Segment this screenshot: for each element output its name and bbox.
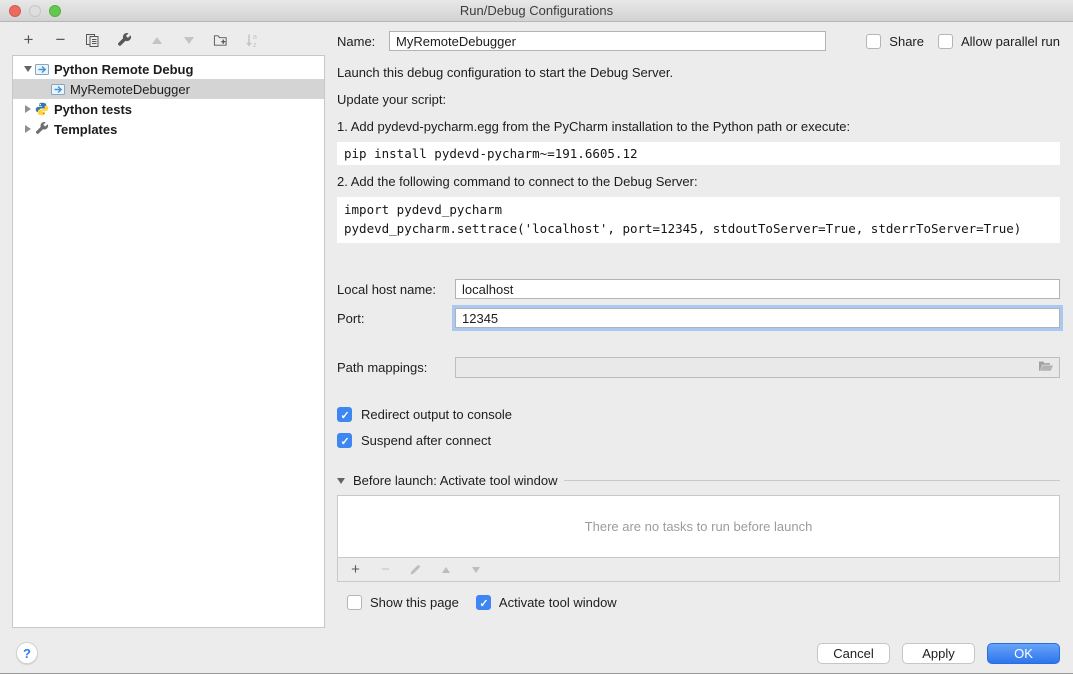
activate-tool-window-checkbox[interactable]	[476, 595, 491, 610]
before-launch-title: Before launch: Activate tool window	[353, 473, 558, 488]
svg-text:a: a	[253, 34, 257, 41]
traffic-lights	[9, 5, 61, 17]
sort-alphabetically-icon: a z	[245, 32, 260, 48]
sidebar-toolbar: + −	[21, 30, 260, 50]
share-option[interactable]: Share	[866, 34, 924, 49]
local-host-row: Local host name:	[337, 279, 1060, 299]
tree-item-python-tests[interactable]: Python tests	[13, 99, 324, 119]
add-icon[interactable]: +	[21, 32, 36, 48]
show-this-page-label: Show this page	[370, 595, 459, 610]
ok-button[interactable]: OK	[987, 643, 1060, 664]
move-task-down-icon	[468, 562, 483, 578]
empty-tasks-text: There are no tasks to run before launch	[585, 519, 813, 534]
tree-item-templates[interactable]: Templates	[13, 119, 324, 139]
name-row: Name: Share Allow parallel run	[337, 30, 1060, 52]
tree-item-python-remote-debug[interactable]: Python Remote Debug	[13, 59, 324, 79]
move-up-icon	[149, 32, 164, 48]
wrench-icon	[34, 122, 50, 136]
remote-debug-config-icon	[34, 63, 50, 76]
tasks-toolbar: + −	[337, 558, 1060, 582]
move-down-icon	[181, 32, 196, 48]
redirect-output-option[interactable]: Redirect output to console	[337, 407, 1060, 422]
tree-item-label: Templates	[54, 122, 117, 137]
action-buttons: Cancel Apply OK	[817, 643, 1060, 664]
python-logo-icon	[34, 102, 50, 116]
pip-install-code: pip install pydevd-pycharm~=191.6605.12	[337, 142, 1060, 165]
run-debug-configurations-dialog: Run/Debug Configurations + −	[0, 0, 1073, 674]
path-mappings-label: Path mappings:	[337, 360, 455, 375]
port-input[interactable]	[455, 308, 1060, 328]
allow-parallel-run-checkbox[interactable]	[938, 34, 953, 49]
allow-parallel-run-option[interactable]: Allow parallel run	[938, 34, 1060, 49]
remove-task-icon: −	[378, 562, 393, 578]
activate-tool-window-label: Activate tool window	[499, 595, 617, 610]
step2-text: 2. Add the following command to connect …	[337, 174, 1060, 190]
share-label: Share	[889, 34, 924, 49]
copy-icon[interactable]	[85, 32, 100, 48]
redirect-output-label: Redirect output to console	[361, 407, 512, 422]
tree-item-label: Python tests	[54, 102, 132, 117]
collapse-section-icon[interactable]	[337, 478, 345, 484]
tree-item-myremotedebugger[interactable]: MyRemoteDebugger	[13, 79, 324, 99]
move-task-up-icon	[438, 562, 453, 578]
minimize-button	[29, 5, 41, 17]
path-mappings-row: Path mappings:	[337, 357, 1060, 378]
configurations-tree: Python Remote Debug MyRemoteDebugger	[12, 55, 325, 628]
remote-debug-config-icon	[50, 83, 66, 96]
settrace-code-line1: import pydevd_pycharm	[344, 200, 1053, 219]
port-label: Port:	[337, 311, 455, 326]
local-host-input[interactable]	[455, 279, 1060, 299]
configuration-editor: Name: Share Allow parallel run Launch th…	[337, 30, 1060, 610]
redirect-output-checkbox[interactable]	[337, 407, 352, 422]
title-bar: Run/Debug Configurations	[0, 0, 1073, 22]
edit-task-icon	[408, 562, 423, 578]
section-divider	[564, 480, 1060, 481]
intro-text-line1: Launch this debug configuration to start…	[337, 65, 1060, 81]
wrench-icon[interactable]	[117, 32, 132, 48]
suspend-after-connect-option[interactable]: Suspend after connect	[337, 433, 1060, 448]
before-launch-tasks-list[interactable]: There are no tasks to run before launch	[337, 495, 1060, 558]
expand-collapse-icon[interactable]	[22, 66, 34, 72]
expand-collapse-icon[interactable]	[22, 105, 34, 113]
share-checkbox[interactable]	[866, 34, 881, 49]
settrace-code-line2: pydevd_pycharm.settrace('localhost', por…	[344, 219, 1053, 238]
window-title: Run/Debug Configurations	[460, 3, 613, 18]
svg-text:z: z	[253, 42, 257, 48]
page-options: Show this page Activate tool window	[347, 595, 1060, 610]
step1-text: 1. Add pydevd-pycharm.egg from the PyCha…	[337, 119, 1060, 135]
new-folder-icon[interactable]	[213, 32, 228, 48]
show-this-page-option[interactable]: Show this page	[347, 595, 459, 610]
connection-settings: Local host name: Port: Path mappings:	[337, 279, 1060, 378]
intro-text-line2: Update your script:	[337, 92, 1060, 108]
add-task-icon[interactable]: +	[348, 562, 363, 578]
before-launch-header[interactable]: Before launch: Activate tool window	[337, 473, 1060, 488]
port-row: Port:	[337, 308, 1060, 328]
name-label: Name:	[337, 34, 389, 49]
settrace-code: import pydevd_pycharm pydevd_pycharm.set…	[337, 197, 1060, 243]
close-button[interactable]	[9, 5, 21, 17]
apply-button[interactable]: Apply	[902, 643, 975, 664]
tree-item-label: Python Remote Debug	[54, 62, 193, 77]
help-button[interactable]: ?	[16, 642, 38, 664]
cancel-button[interactable]: Cancel	[817, 643, 890, 664]
open-folder-icon[interactable]	[1038, 360, 1054, 375]
path-mappings-field[interactable]	[455, 357, 1060, 378]
local-host-label: Local host name:	[337, 282, 455, 297]
help-icon: ?	[23, 646, 31, 661]
dialog-footer: ? Cancel Apply OK	[16, 642, 1060, 664]
suspend-after-connect-checkbox[interactable]	[337, 433, 352, 448]
output-options: Redirect output to console Suspend after…	[337, 407, 1060, 448]
allow-parallel-run-label: Allow parallel run	[961, 34, 1060, 49]
activate-tool-window-option[interactable]: Activate tool window	[476, 595, 617, 610]
zoom-button[interactable]	[49, 5, 61, 17]
suspend-after-connect-label: Suspend after connect	[361, 433, 491, 448]
show-this-page-checkbox[interactable]	[347, 595, 362, 610]
name-input[interactable]	[389, 31, 826, 51]
remove-icon[interactable]: −	[53, 32, 68, 48]
expand-collapse-icon[interactable]	[22, 125, 34, 133]
tree-item-label: MyRemoteDebugger	[70, 82, 190, 97]
